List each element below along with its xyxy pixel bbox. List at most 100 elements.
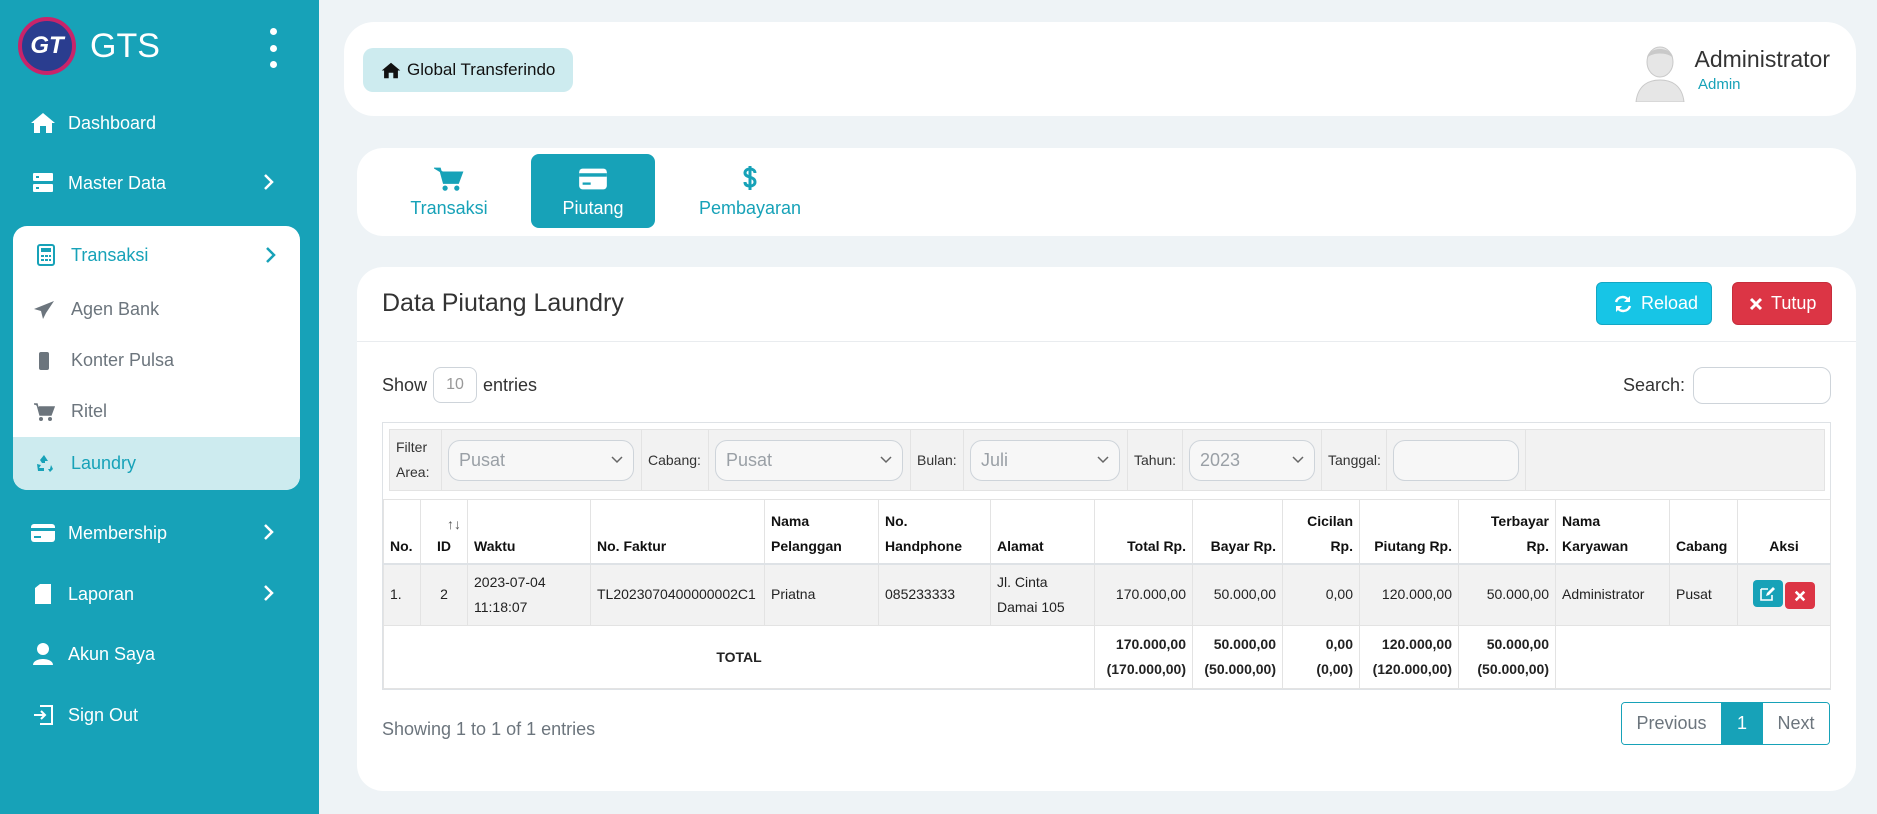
row-actions <box>1737 563 1831 626</box>
transaksi-submenu: Transaksi Agen Bank Konter Pulsa Ritel L… <box>13 226 300 490</box>
sidebar-item-label: Membership <box>68 522 168 543</box>
chevron-down-icon <box>880 456 892 464</box>
dollar-icon <box>742 164 758 194</box>
home-breadcrumb[interactable]: Global Transferindo <box>363 48 574 92</box>
filter-tanggal-label: Tanggal: <box>1321 430 1387 490</box>
col-bayar[interactable]: Bayar Rp. <box>1192 499 1283 565</box>
table-info: Showing 1 to 1 of 1 entries <box>382 719 596 739</box>
table-total-row: TOTAL 170.000,00 (170.000,00) 50.000,00 (5… <box>383 625 1831 689</box>
file-icon <box>30 581 56 607</box>
col-alamat[interactable]: Alamat <box>990 499 1095 565</box>
col-piutang[interactable]: Piutang Rp. <box>1359 499 1459 565</box>
sidebar-item-label: Dashboard <box>68 112 157 133</box>
sidebar: GT GTS Dashboard Master Data Transaksi A… <box>0 0 319 814</box>
kebab-menu-icon[interactable] <box>263 28 283 68</box>
col-no[interactable]: No. <box>383 499 421 565</box>
home-icon <box>381 62 401 79</box>
page-title: Data Piutang Laundry <box>382 289 624 317</box>
filter-cabang-select[interactable]: Pusat <box>715 440 903 481</box>
filter-tahun-label: Tahun: <box>1127 430 1183 490</box>
search-input[interactable] <box>1693 367 1832 404</box>
close-icon <box>1749 297 1763 311</box>
col-cabang[interactable]: Cabang <box>1669 499 1738 565</box>
data-table-wrapper: Filter Area: Pusat Cabang: Pusat Bulan: J… <box>382 422 1831 690</box>
data-card: Data Piutang Laundry Reload Tutup Show 1… <box>357 267 1856 791</box>
table-row: 1. 2 2023-07-04 11:18:07 TL20230704000000… <box>383 563 1831 626</box>
divider <box>357 341 1856 342</box>
chevron-down-icon <box>611 456 623 464</box>
col-faktur[interactable]: No. Faktur <box>590 499 765 565</box>
total-label: TOTAL <box>383 625 1095 689</box>
tab-pembayaran[interactable]: Pembayaran <box>675 154 825 228</box>
chevron-right-icon <box>264 246 276 264</box>
sidebar-item-transaksi[interactable]: Transaksi <box>13 226 300 284</box>
filter-tahun-select[interactable]: 2023 <box>1189 440 1315 481</box>
sidebar-item-membership[interactable]: Membership <box>30 513 280 553</box>
edit-button[interactable] <box>1753 580 1783 607</box>
filter-bulan-label: Bulan: <box>910 430 964 490</box>
brand-name: GTS <box>90 26 160 65</box>
close-button[interactable]: Tutup <box>1732 282 1832 325</box>
calculator-icon <box>33 242 59 268</box>
user-role: Admin <box>1698 76 1741 93</box>
tab-piutang[interactable]: Piutang <box>531 154 655 228</box>
sidebar-item-label: Laporan <box>68 583 135 604</box>
home-icon <box>30 110 56 136</box>
data-table: No. ↑↓ ID Waktu No. Faktur Nama Pelanggan … <box>383 499 1831 689</box>
reload-button[interactable]: Reload <box>1596 282 1712 325</box>
sort-icon: ↑↓ <box>447 515 461 532</box>
avatar[interactable] <box>1632 42 1688 103</box>
sidebar-item-dashboard[interactable]: Dashboard <box>30 103 280 143</box>
sidebar-item-sign-out[interactable]: Sign Out <box>30 695 280 735</box>
filter-tanggal-input[interactable] <box>1393 440 1519 481</box>
credit-card-icon <box>578 164 608 194</box>
entries-length-select[interactable]: 10 <box>433 367 478 403</box>
paper-plane-icon <box>31 297 57 323</box>
chevron-right-icon <box>262 173 274 191</box>
filter-bulan-select[interactable]: Juli <box>970 440 1120 481</box>
cart-icon <box>434 164 464 194</box>
col-terbayar[interactable]: Terbayar Rp. <box>1458 499 1556 565</box>
filter-divider <box>1525 430 1526 490</box>
page-1-button[interactable]: 1 <box>1722 703 1762 744</box>
col-karyawan[interactable]: Nama Karyawan <box>1555 499 1670 565</box>
col-total[interactable]: Total Rp. <box>1094 499 1193 565</box>
sidebar-subitem-ritel[interactable]: Ritel <box>13 386 300 437</box>
sidebar-item-label: Akun Saya <box>68 643 156 664</box>
server-icon <box>30 170 56 196</box>
previous-page-button[interactable]: Previous <box>1622 703 1722 744</box>
col-cicilan[interactable]: Cicilan Rp. <box>1282 499 1360 565</box>
col-aksi: Aksi <box>1737 499 1831 565</box>
sidebar-subitem-laundry[interactable]: Laundry <box>13 437 300 490</box>
chevron-right-icon <box>262 523 274 541</box>
col-waktu[interactable]: Waktu <box>467 499 591 565</box>
tab-bar: Transaksi Piutang Pembayaran <box>357 148 1856 236</box>
edit-icon <box>1760 586 1775 601</box>
sidebar-subitem-konter-pulsa[interactable]: Konter Pulsa <box>13 335 300 386</box>
sidebar-subitem-agen-bank[interactable]: Agen Bank <box>13 284 300 335</box>
col-id[interactable]: ↑↓ ID <box>420 499 468 565</box>
user-icon <box>30 641 56 667</box>
col-handphone[interactable]: No. Handphone <box>878 499 991 565</box>
sidebar-item-master-data[interactable]: Master Data <box>30 163 280 203</box>
chevron-right-icon <box>262 584 274 602</box>
sidebar-item-label: Master Data <box>68 172 167 193</box>
refresh-icon <box>1613 294 1633 314</box>
chevron-down-icon <box>1097 456 1109 464</box>
filter-cabang-label: Cabang: <box>641 430 709 490</box>
credit-card-icon <box>30 520 56 546</box>
sidebar-item-label: Transaksi <box>71 244 149 265</box>
tab-transaksi[interactable]: Transaksi <box>387 154 511 228</box>
sidebar-item-laporan[interactable]: Laporan <box>30 574 280 614</box>
delete-button[interactable] <box>1785 582 1815 609</box>
table-header-row: No. ↑↓ ID Waktu No. Faktur Nama Pelanggan … <box>383 499 1831 565</box>
sidebar-item-label: Sign Out <box>68 704 139 725</box>
sidebar-item-akun-saya[interactable]: Akun Saya <box>30 634 280 674</box>
filter-area-select[interactable]: Pusat <box>448 440 634 481</box>
cart-icon <box>31 399 57 425</box>
filter-row: Filter Area: Pusat Cabang: Pusat Bulan: J… <box>389 429 1825 491</box>
col-pelanggan[interactable]: Nama Pelanggan <box>764 499 879 565</box>
sign-out-icon <box>30 702 56 728</box>
next-page-button[interactable]: Next <box>1762 703 1829 744</box>
brand-logo: GT <box>18 17 76 75</box>
